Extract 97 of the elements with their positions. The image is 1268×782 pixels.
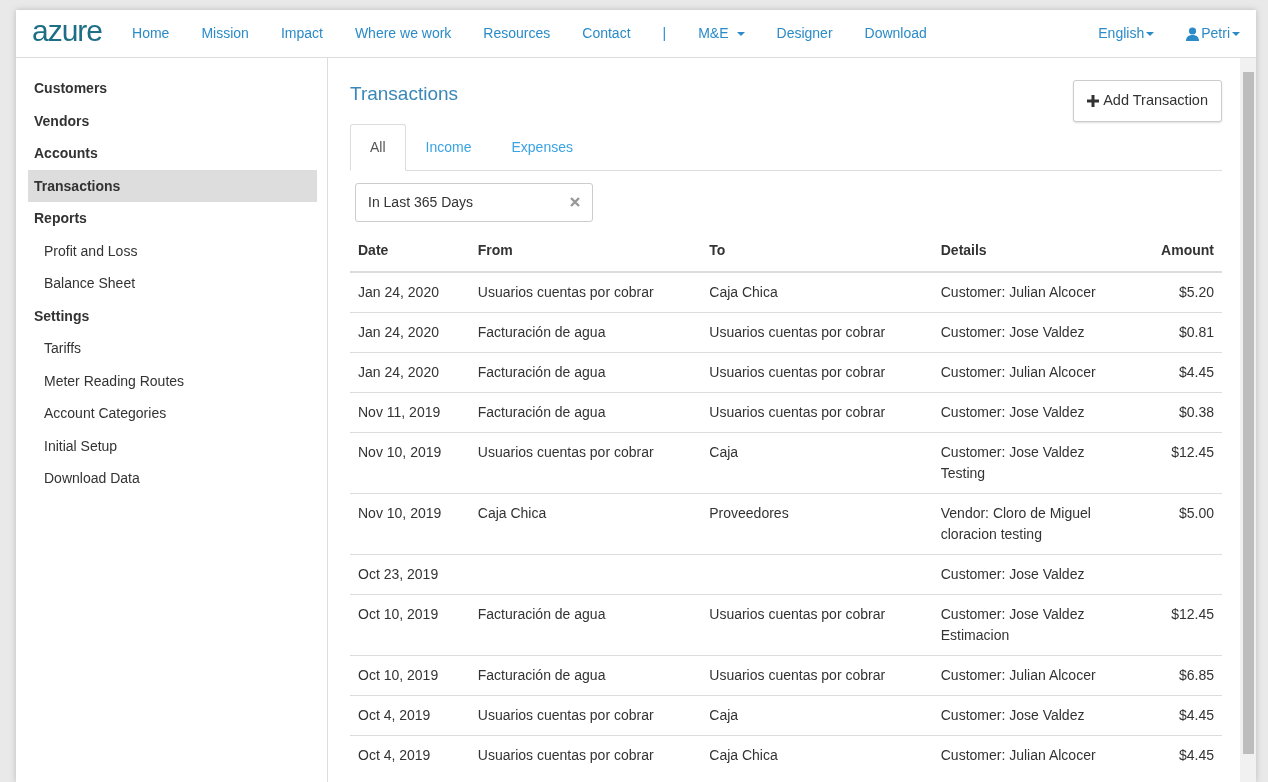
table-cell: $4.45 xyxy=(1178,363,1214,380)
table-cell: Facturación de agua xyxy=(477,403,606,420)
table-cell: $5.00 xyxy=(1178,504,1214,521)
table-cell-text: Customer: Julian Alcocer xyxy=(940,665,1097,685)
sidebar-item[interactable]: Meter Reading Routes xyxy=(28,364,317,397)
table-cell: $0.38 xyxy=(1178,403,1214,420)
column-header: Amount xyxy=(1138,229,1222,272)
sidebar-item[interactable]: Reports xyxy=(28,202,317,235)
table-cell: Caja Chica xyxy=(709,283,778,300)
user-menu[interactable]: Petri xyxy=(1186,23,1240,44)
nav-dropdown[interactable]: English xyxy=(1098,23,1155,44)
sidebar-item[interactable]: Profit and Loss xyxy=(28,234,317,267)
table-cell: $6.85 xyxy=(1178,666,1214,683)
sidebar-item[interactable]: Settings xyxy=(28,299,317,332)
table-cell: $0.81 xyxy=(1178,323,1214,340)
caret-icon xyxy=(1146,31,1155,36)
table-cell: Usuarios cuentas por cobrar xyxy=(709,605,886,622)
table-cell: Usuarios cuentas por cobrar xyxy=(477,443,654,460)
table-cell: Oct 4, 2019 xyxy=(358,746,431,763)
table-cell-text: Vendor: Cloro de Miguel xyxy=(940,503,1092,523)
table-cell: Proveedores xyxy=(709,504,789,521)
table-cell: Facturación de agua xyxy=(477,605,606,622)
nav-link[interactable]: Resources xyxy=(483,23,551,44)
caret-icon xyxy=(1232,31,1240,36)
sidebar-item[interactable]: Accounts xyxy=(28,137,317,170)
nav-link[interactable]: Where we work xyxy=(354,23,452,44)
table-cell: Facturación de agua xyxy=(477,666,606,683)
table-cell: $4.45 xyxy=(1178,706,1214,723)
tab[interactable]: All xyxy=(350,123,406,171)
table-cell-text: Customer: Julian Alcocer xyxy=(940,282,1097,302)
sidebar-item[interactable]: Account Categories xyxy=(28,397,317,430)
sidebar-item[interactable]: Customers xyxy=(28,72,317,105)
table-cell-text: Customer: Julian Alcocer xyxy=(940,745,1097,765)
sidebar-item[interactable]: Transactions xyxy=(28,169,317,202)
table-cell: Oct 10, 2019 xyxy=(358,605,439,622)
column-header: Date xyxy=(350,229,470,272)
plus-icon xyxy=(1087,94,1100,107)
table-cell: Usuarios cuentas por cobrar xyxy=(477,283,654,300)
table-cell: Oct 4, 2019 xyxy=(358,706,431,723)
nav-link[interactable]: Home xyxy=(132,23,170,44)
table-cell: Nov 10, 2019 xyxy=(358,443,442,460)
table-cell: Nov 11, 2019 xyxy=(358,403,441,420)
sidebar-item[interactable]: Tariffs xyxy=(28,332,317,365)
table-cell: Facturación de agua xyxy=(477,363,606,380)
table-cell: Nov 10, 2019 xyxy=(358,504,442,521)
nav-link[interactable]: Contact xyxy=(582,23,631,44)
table-cell: $4.45 xyxy=(1178,746,1214,763)
table-cell-text: Customer: Jose Valdez xyxy=(940,604,1086,624)
table-cell: Usuarios cuentas por cobrar xyxy=(709,323,886,340)
table-cell: Oct 23, 2019 xyxy=(358,565,439,582)
table-cell: $12.45 xyxy=(1171,605,1214,622)
table-cell: $12.45 xyxy=(1171,443,1214,460)
table-cell: Usuarios cuentas por cobrar xyxy=(709,403,886,420)
nav-link[interactable]: Mission xyxy=(201,23,249,44)
table-cell-text: Customer: Jose Valdez xyxy=(940,705,1086,725)
table-cell: Usuarios cuentas por cobrar xyxy=(709,363,886,380)
table-cell: $5.20 xyxy=(1178,283,1214,300)
table-cell-text: Estimacion xyxy=(940,625,1011,645)
table-cell-text: Customer: Jose Valdez xyxy=(940,322,1086,342)
table-cell: Usuarios cuentas por cobrar xyxy=(477,746,654,763)
column-header: To xyxy=(701,229,933,272)
user-icon xyxy=(1186,26,1200,41)
table-cell: Facturación de agua xyxy=(477,323,606,340)
table-cell: Usuarios cuentas por cobrar xyxy=(477,706,654,723)
nav-link[interactable]: Download xyxy=(864,23,927,44)
table-cell: Jan 24, 2020 xyxy=(358,323,439,340)
column-header: From xyxy=(469,229,702,272)
table-cell-text: Customer: Jose Valdez xyxy=(940,402,1086,422)
table-cell: Caja xyxy=(709,443,739,460)
table-cell: Caja Chica xyxy=(709,746,778,763)
column-header: Details xyxy=(932,229,1139,272)
page-title: Transactions xyxy=(350,82,459,106)
table-cell-text: cloracion testing xyxy=(940,524,1043,544)
table-cell: Caja xyxy=(709,706,739,723)
sidebar-item[interactable]: Balance Sheet xyxy=(28,267,317,300)
nav-link[interactable]: Impact xyxy=(280,23,323,44)
table-cell: Jan 24, 2020 xyxy=(358,363,439,380)
sidebar-item[interactable]: Initial Setup xyxy=(28,429,317,462)
sidebar-item[interactable]: Download Data xyxy=(28,462,317,495)
nav-link[interactable]: Designer xyxy=(776,23,833,44)
clear-icon[interactable] xyxy=(570,197,580,208)
table-cell: Usuarios cuentas por cobrar xyxy=(709,666,886,683)
table-cell-text: Customer: Julian Alcocer xyxy=(940,362,1097,382)
table-cell-text: Customer: Jose Valdez xyxy=(940,442,1086,462)
nav-dropdown[interactable]: M&E xyxy=(698,23,745,44)
table-cell: Oct 10, 2019 xyxy=(358,666,439,683)
filter-field[interactable]: In Last 365 Days xyxy=(355,182,593,222)
nav-separator: | xyxy=(662,24,667,43)
logo[interactable]: azure xyxy=(32,15,103,46)
table-cell: Caja Chica xyxy=(477,504,547,521)
scrollbar[interactable] xyxy=(1240,58,1256,782)
table-cell: Jan 24, 2020 xyxy=(358,283,439,300)
sidebar-item[interactable]: Vendors xyxy=(28,104,317,137)
table-cell-text: Testing xyxy=(940,463,987,483)
table-cell-text: Customer: Jose Valdez xyxy=(940,564,1086,584)
caret-icon xyxy=(736,31,745,36)
add-transaction-button[interactable]: Add Transaction xyxy=(1073,80,1222,122)
